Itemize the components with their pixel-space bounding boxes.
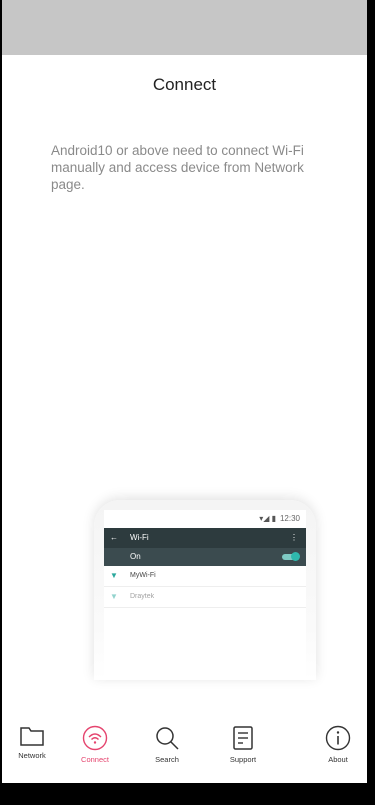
network-name: MyWi-Fi xyxy=(130,572,156,579)
page-title: Connect xyxy=(152,75,217,94)
network-name: Draytek xyxy=(130,593,155,600)
phone-screen: ▾◢ ▮ 12:30 ← Wi-Fi ⋮ On ▼ MyWi-Fi ▼ Dray… xyxy=(104,510,306,680)
info-icon xyxy=(325,725,351,751)
tab-network[interactable]: Network xyxy=(2,725,62,760)
connect-page: Connect Android10 or above need to conne… xyxy=(2,55,367,783)
system-navigation-bar xyxy=(0,783,375,805)
overflow-menu-icon: ⋮ xyxy=(290,533,298,542)
signal-battery-icon: ▾◢ ▮ xyxy=(259,514,276,523)
phone-time: 12:30 xyxy=(279,514,300,523)
phone-status-bar: ▾◢ ▮ 12:30 xyxy=(104,510,306,528)
search-icon xyxy=(156,727,179,750)
wifi-signal-icon: ▼ xyxy=(110,592,118,601)
wifi-settings-header: ← Wi-Fi ⋮ xyxy=(104,528,306,548)
screen-frame-right xyxy=(367,0,375,805)
phone-illustration: ▾◢ ▮ 12:30 ← Wi-Fi ⋮ On ▼ MyWi-Fi ▼ Dray… xyxy=(94,500,316,680)
tab-support[interactable]: Support xyxy=(213,725,273,764)
info-message: Android10 or above need to connect Wi-Fi… xyxy=(51,143,304,192)
tab-search[interactable]: Search xyxy=(137,725,197,764)
tab-label: Support xyxy=(229,755,257,764)
back-arrow-icon: ← xyxy=(110,533,118,542)
network-item: ▼ MyWi-Fi xyxy=(104,566,306,587)
status-bar xyxy=(2,0,367,55)
network-item: ▼ Draytek xyxy=(104,587,306,608)
wifi-settings-title: Wi-Fi xyxy=(130,533,149,542)
tab-label: About xyxy=(328,755,348,764)
folder-icon xyxy=(20,727,44,746)
wifi-signal-icon: ▼ xyxy=(110,571,118,580)
toggle-switch-icon xyxy=(282,552,300,561)
tab-about[interactable]: About xyxy=(308,725,368,764)
tab-connect[interactable]: Connect xyxy=(65,725,125,764)
tab-label: Search xyxy=(155,755,179,764)
bottom-tab-bar: Network Connect Search Support About xyxy=(2,713,367,783)
tab-label: Network xyxy=(18,751,46,760)
tab-label: Connect xyxy=(81,755,109,764)
wifi-toggle-row: On xyxy=(104,548,306,566)
wifi-state-label: On xyxy=(130,552,141,561)
document-icon xyxy=(233,726,253,750)
wifi-icon xyxy=(82,725,108,751)
